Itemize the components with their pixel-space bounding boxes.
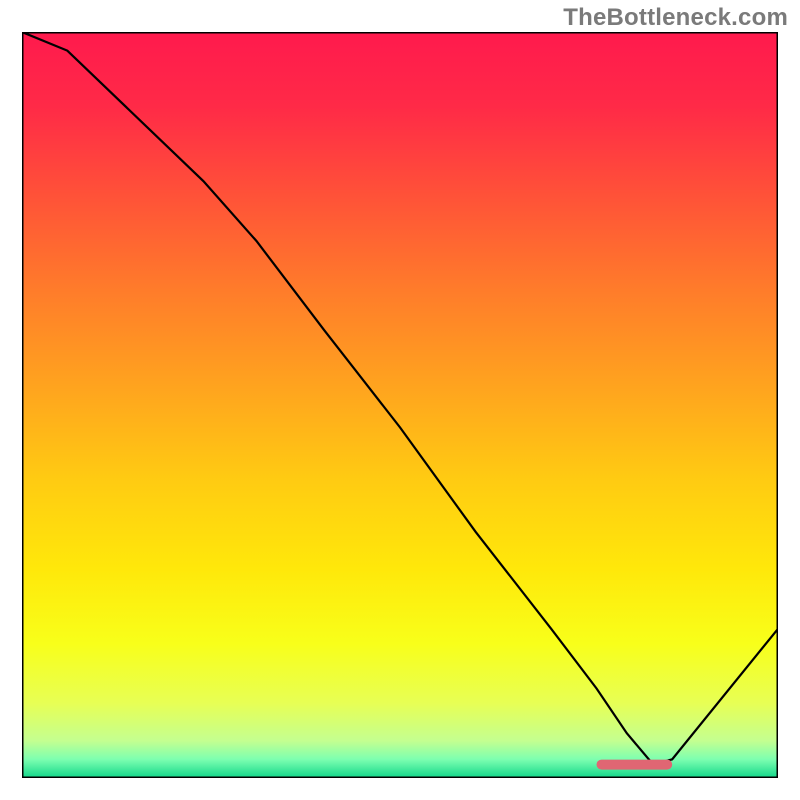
chart-svg bbox=[22, 32, 778, 778]
chart-container: TheBottleneck.com bbox=[0, 0, 800, 800]
accent-marker bbox=[597, 760, 673, 770]
gradient-background bbox=[22, 32, 778, 778]
plot-area bbox=[22, 32, 778, 778]
watermark-text: TheBottleneck.com bbox=[563, 4, 788, 32]
